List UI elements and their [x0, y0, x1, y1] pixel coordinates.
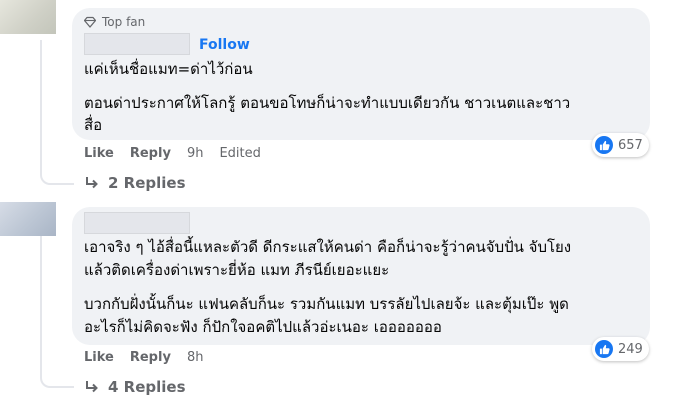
author-name-redacted[interactable] — [84, 212, 190, 234]
reply-arrow-icon — [86, 381, 98, 393]
comment-text-line: แค่เห็นชื่อแมท=ด่าไว้ก่อน — [84, 60, 253, 78]
like-button[interactable]: Like — [84, 350, 114, 365]
edited-label: Edited — [219, 146, 261, 161]
diamond-icon — [84, 16, 96, 28]
comment-text-line: อะไรก็ไม่คิดจะฟัง ก็ปักใจอคติไปแล้วอ่ะเน… — [84, 318, 442, 336]
comment-timestamp[interactable]: 9h — [187, 146, 204, 161]
comment-text-line: แล้วติดเครื่องด่าเพราะยี่ห้อ แมท ภีรนีย์… — [84, 261, 390, 279]
reply-button[interactable]: Reply — [130, 350, 171, 365]
top-fan-badge: Top fan — [84, 15, 145, 29]
comment-text-line: เอาจริง ๆ ไอ้สื่อนี้แหละตัวดี ดีกระแสให้… — [84, 238, 572, 256]
reaction-summary[interactable]: 657 — [592, 133, 649, 157]
avatar[interactable] — [0, 202, 56, 236]
avatar[interactable] — [0, 0, 56, 34]
thread-line — [40, 40, 74, 185]
view-replies-button[interactable]: 2 Replies — [84, 174, 186, 192]
author-name-redacted[interactable] — [84, 33, 190, 55]
reaction-count: 249 — [618, 341, 643, 357]
comment-text-line: บวกกับฝั่งนั้นก็นะ แฟนคลับก็นะ รวมกันแมท… — [84, 295, 569, 313]
thread-line — [40, 234, 74, 388]
reaction-summary[interactable]: 249 — [592, 337, 649, 361]
comment-text-line: สื่อ — [84, 116, 103, 134]
comment-actions: Like Reply 8h — [84, 350, 203, 365]
comment-actions: Like Reply 9h Edited — [84, 146, 261, 161]
replies-label: 2 Replies — [108, 174, 186, 192]
replies-label: 4 Replies — [108, 378, 186, 396]
comment-text-line: ตอนด่าประกาศให้โลกรู้ ตอนขอโทษก็น่าจะทำแ… — [84, 94, 571, 112]
follow-button[interactable]: Follow — [199, 37, 250, 53]
view-replies-button[interactable]: 4 Replies — [84, 378, 186, 396]
badge-label: Top fan — [102, 15, 146, 29]
reaction-count: 657 — [618, 137, 643, 153]
like-reaction-icon — [595, 136, 613, 154]
like-button[interactable]: Like — [84, 146, 114, 161]
comment-timestamp[interactable]: 8h — [187, 350, 204, 365]
reply-arrow-icon — [86, 177, 98, 189]
like-reaction-icon — [595, 340, 613, 358]
reply-button[interactable]: Reply — [130, 146, 171, 161]
